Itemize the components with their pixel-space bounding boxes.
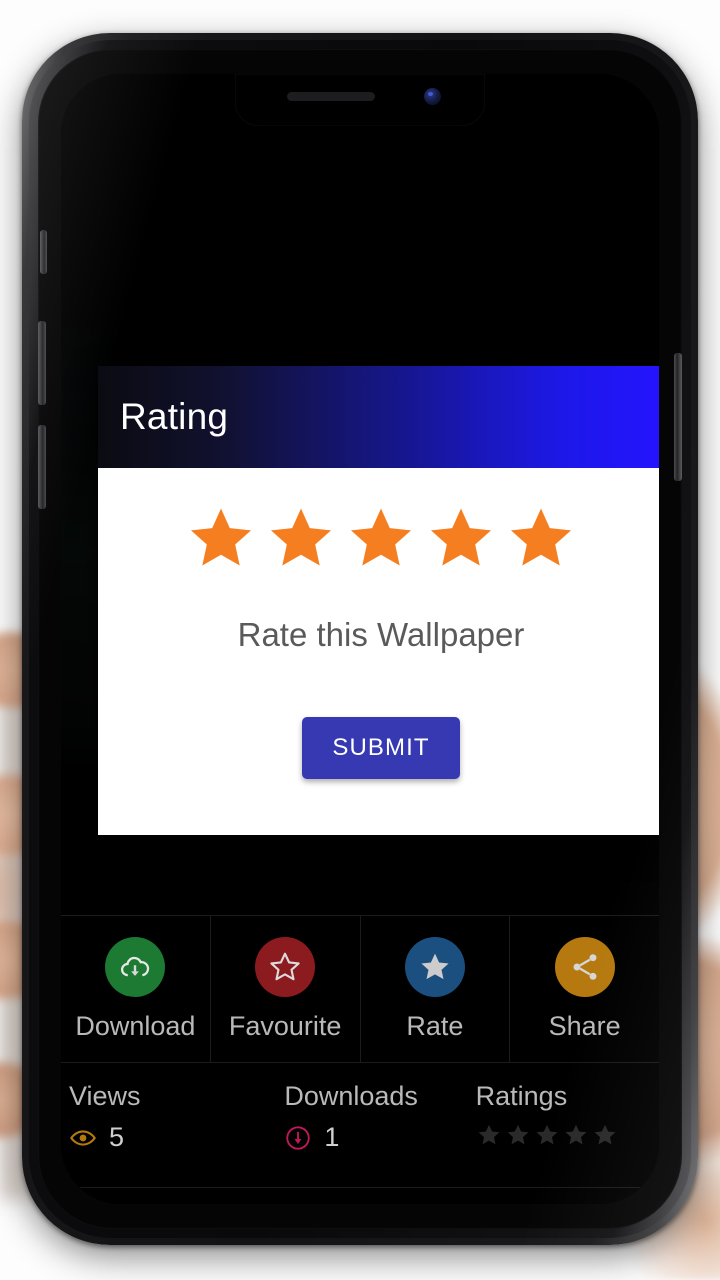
rating-star-2[interactable] xyxy=(267,504,335,572)
stat-downloads: Downloads 1 xyxy=(252,1064,467,1187)
stats-row: Views 5 Downloads 1 Ratings xyxy=(61,1064,659,1188)
rating-mini-star-1 xyxy=(478,1124,500,1145)
action-favourite-label: Favourite xyxy=(228,1010,342,1041)
stat-ratings: Ratings xyxy=(468,1064,659,1187)
eye-icon xyxy=(70,1129,96,1146)
action-bar: Download Favourite Rate Share xyxy=(61,915,659,1063)
front-camera-icon xyxy=(424,88,441,105)
stat-ratings-title: Ratings xyxy=(475,1081,568,1111)
rating-mini-star-2 xyxy=(507,1124,529,1145)
stat-views-title: Views xyxy=(69,1081,141,1111)
share-icon-circle xyxy=(554,936,615,997)
cloud-download-icon xyxy=(121,956,150,976)
star-outline-icon xyxy=(270,952,300,980)
rating-dialog-body: Rate this Wallpaper SUBMIT xyxy=(98,468,659,835)
power-button[interactable] xyxy=(674,353,682,481)
volume-up-button[interactable] xyxy=(38,321,46,405)
download-circle-icon xyxy=(286,1125,310,1150)
rating-star-1[interactable] xyxy=(187,504,255,572)
rating-mini-star-3 xyxy=(536,1124,558,1145)
submit-button-wrap: SUBMIT xyxy=(98,717,659,779)
stat-downloads-count: 1 xyxy=(324,1122,340,1152)
stat-views-count: 5 xyxy=(109,1122,125,1152)
tags-section: Tags cars, super cars, new, hd xyxy=(61,1188,659,1204)
action-rate[interactable]: Rate xyxy=(361,916,511,1062)
rate-icon-circle xyxy=(404,936,465,997)
action-favourite[interactable]: Favourite xyxy=(211,916,361,1062)
rating-mini-star-4 xyxy=(565,1124,587,1145)
phone-device: Rating Rate this Wallpaper SUBMIT Downlo… xyxy=(22,33,698,1245)
rating-mini-star-5 xyxy=(594,1124,616,1145)
rating-star-5[interactable] xyxy=(507,504,575,572)
wallpaper-detail-screen: Rating Rate this Wallpaper SUBMIT Downlo… xyxy=(61,74,659,1204)
rating-dialog-header: Rating xyxy=(98,366,659,468)
star-filled-icon xyxy=(421,953,449,979)
favourite-icon-circle xyxy=(255,936,316,997)
action-download-label: Download xyxy=(75,1010,196,1041)
earpiece-speaker-icon xyxy=(287,92,375,101)
stat-ratings-stars xyxy=(476,1122,659,1148)
rating-star-selector[interactable] xyxy=(98,504,659,572)
download-icon-circle xyxy=(105,936,166,997)
rating-dialog-title: Rating xyxy=(120,396,229,437)
submit-button[interactable]: SUBMIT xyxy=(302,717,460,779)
action-share-label: Share xyxy=(548,1010,621,1041)
stat-downloads-title: Downloads xyxy=(284,1081,418,1111)
phone-screen: Rating Rate this Wallpaper SUBMIT Downlo… xyxy=(61,74,659,1204)
action-rate-label: Rate xyxy=(406,1010,464,1041)
share-icon xyxy=(573,953,597,980)
action-share[interactable]: Share xyxy=(510,916,659,1062)
rating-prompt-label: Rate this Wallpaper xyxy=(237,616,525,653)
stat-views: Views 5 xyxy=(61,1064,252,1187)
rating-star-3[interactable] xyxy=(347,504,415,572)
stat-views-value-row: 5 xyxy=(69,1122,252,1153)
rating-star-4[interactable] xyxy=(427,504,495,572)
rating-dialog: Rating Rate this Wallpaper SUBMIT xyxy=(98,366,659,835)
action-download[interactable]: Download xyxy=(61,916,211,1062)
scene: Rating Rate this Wallpaper SUBMIT Downlo… xyxy=(0,0,720,1280)
mute-switch-button[interactable] xyxy=(40,230,47,274)
volume-down-button[interactable] xyxy=(38,425,46,509)
stat-downloads-value-row: 1 xyxy=(284,1122,467,1153)
notch xyxy=(221,74,499,126)
